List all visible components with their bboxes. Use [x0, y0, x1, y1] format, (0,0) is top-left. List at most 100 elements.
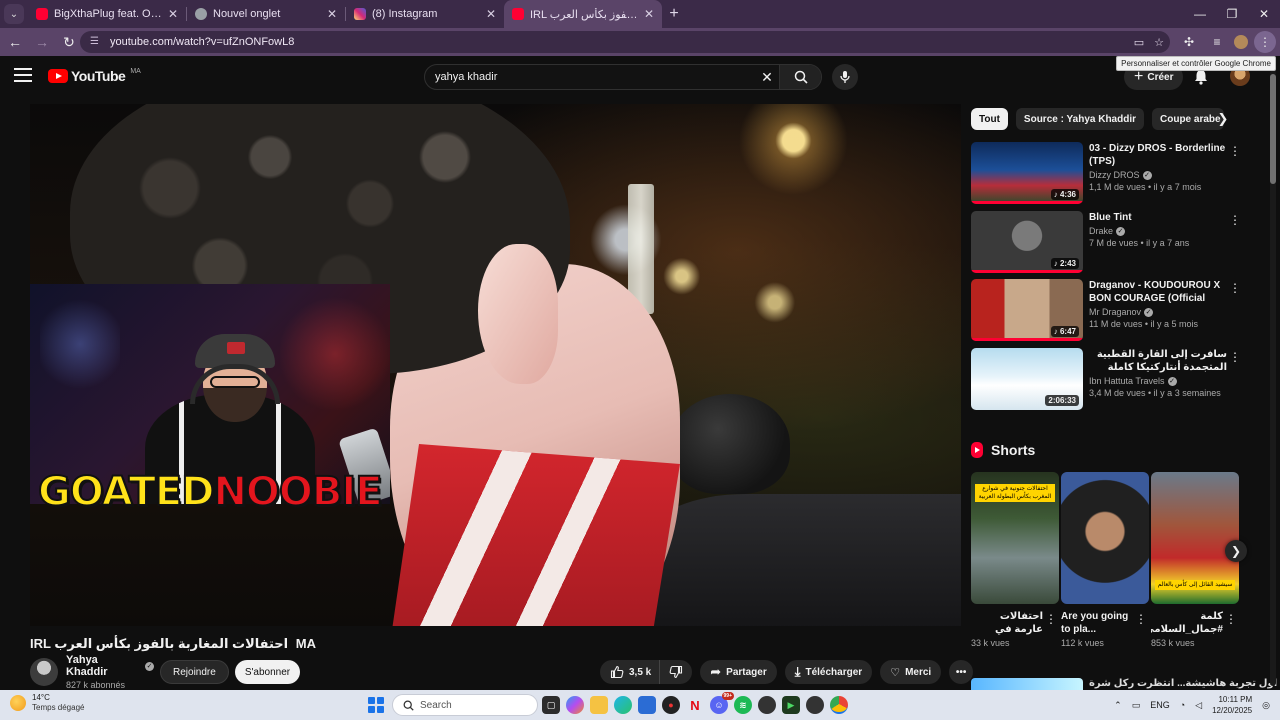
recommendation-item[interactable]: ♪ 2:43 Blue Tint Drake ✓ 7 M de vues • il…	[971, 211, 1241, 273]
profile-icon[interactable]	[1234, 35, 1248, 49]
join-button[interactable]: Rejoindre	[160, 660, 229, 684]
video-thumbnail[interactable]: ♪ 6:47	[971, 279, 1083, 341]
weather-widget[interactable]: 14°C Temps dégagé	[10, 693, 84, 713]
recommendation-channel[interactable]: Ibn Hattuta Travels	[1089, 376, 1165, 386]
discord-icon[interactable]: ☺ 99+	[710, 692, 734, 714]
address-bar[interactable]: ☰ youtube.com/watch?v=ufZnONFowL8 ▭ ☆	[80, 31, 1170, 53]
bookmark-star-icon[interactable]: ☆	[1154, 36, 1164, 49]
voice-search-button[interactable]	[832, 64, 858, 90]
app-disc-icon[interactable]	[758, 696, 776, 714]
recommendation-item[interactable]: ♪ 4:36 03 - Dizzy DROS - Borderline (TPS…	[971, 142, 1241, 204]
channel-name[interactable]: Yahya Khaddir	[66, 654, 142, 678]
short-item[interactable]: Are you going to pla... 112 k vues ⋮	[1061, 472, 1149, 648]
store-icon[interactable]	[638, 696, 656, 714]
close-tab-icon[interactable]: ✕	[486, 7, 496, 21]
shorts-next-chevron-icon[interactable]: ❯	[1225, 540, 1247, 562]
notifications-icon[interactable]: ◎	[1262, 700, 1270, 711]
recommendation-channel[interactable]: Drake	[1089, 226, 1113, 236]
copilot-icon[interactable]	[566, 696, 584, 714]
next-recommendation-title[interactable]: أول تجربة هاشيشة... انتظرت ركل شرة	[1089, 678, 1277, 690]
recommendation-channel[interactable]: Dizzy DROS	[1089, 170, 1140, 180]
short-title[interactable]: احتفالات عارمة في شوارع ...	[971, 610, 1043, 636]
more-actions-button[interactable]: •••	[949, 660, 974, 684]
chrome-icon[interactable]	[830, 696, 848, 714]
download-button[interactable]: ⤓ Télécharger	[784, 660, 873, 684]
volume-icon[interactable]: ◁	[1195, 700, 1202, 711]
chevron-right-icon[interactable]: ❯	[1212, 108, 1234, 130]
short-item[interactable]: سيشيد القائل إلى كأس بالعالم كلمة #جمال_…	[1151, 472, 1239, 648]
back-arrow-icon[interactable]: ←	[3, 30, 27, 54]
like-button[interactable]: 3,5 k	[600, 660, 660, 684]
short-thumbnail[interactable]: سيشيد القائل إلى كأس بالعالم	[1151, 472, 1239, 604]
system-clock[interactable]: 10:11 PM 12/20/2025	[1212, 694, 1252, 716]
more-vertical-icon[interactable]: ⋮	[1135, 612, 1147, 626]
browser-tab-3[interactable]: (8) Instagram ✕	[346, 0, 504, 28]
video-thumbnail[interactable]: ♪ 4:36	[971, 142, 1083, 204]
windows-start-icon[interactable]	[368, 697, 384, 713]
reload-icon[interactable]: ↻	[57, 30, 81, 54]
recommendation-title[interactable]: سافرت إلى القارة القطبية المتجمدة أنتارك…	[1089, 348, 1227, 374]
chrome-menu-icon[interactable]: ⋮	[1254, 31, 1276, 53]
more-vertical-icon[interactable]: ⋮	[1045, 612, 1057, 626]
short-thumbnail[interactable]	[1061, 472, 1149, 604]
netflix-icon[interactable]: N	[686, 696, 704, 714]
more-vertical-icon[interactable]: ⋮	[1229, 144, 1241, 158]
close-tab-icon[interactable]: ✕	[327, 7, 337, 21]
recommendation-channel[interactable]: Mr Draganov	[1089, 307, 1141, 317]
close-tab-icon[interactable]: ✕	[168, 7, 178, 21]
share-button[interactable]: ➦ Partager	[700, 660, 777, 684]
app-green-icon[interactable]: ▶	[782, 696, 800, 714]
new-tab-button[interactable]: +	[662, 5, 686, 23]
subscribe-button[interactable]: S'abonner	[234, 660, 301, 684]
more-vertical-icon[interactable]: ⋮	[1229, 213, 1241, 227]
maximize-icon[interactable]: ❐	[1216, 0, 1248, 28]
recommendation-title[interactable]: 03 - Dizzy DROS - Borderline (TPS)	[1089, 142, 1227, 168]
app-cluster-icon[interactable]	[806, 696, 824, 714]
forward-arrow-icon[interactable]: →	[30, 30, 54, 54]
language-indicator[interactable]: ENG	[1150, 700, 1170, 710]
spotify-icon[interactable]: ≋	[734, 696, 752, 714]
network-icon[interactable]: ◔	[1180, 700, 1185, 710]
clear-search-icon[interactable]: ✕	[755, 69, 779, 86]
taskbar-search[interactable]: Search	[392, 694, 538, 716]
channel-name-row[interactable]: Yahya Khaddir ✓	[66, 654, 154, 678]
chip-source[interactable]: Source : Yahya Khaddir	[1015, 108, 1144, 130]
chip-all[interactable]: Tout	[971, 108, 1008, 130]
recommendation-item[interactable]: ♪ 6:47 Draganov - KOUDOUROU X BON COURAG…	[971, 279, 1241, 341]
menu-icon[interactable]	[14, 68, 32, 82]
recommendation-title[interactable]: Draganov - KOUDOUROU X BON COURAGE (Offi…	[1089, 279, 1227, 305]
next-recommendation-thumbnail[interactable]	[971, 678, 1083, 690]
video-player[interactable]: GOATEDNOOBIE	[30, 104, 961, 626]
cast-icon[interactable]: ▭	[1134, 36, 1144, 49]
tray-battery-icon[interactable]: ▭	[1132, 700, 1141, 711]
browser-tab-2[interactable]: Nouvel onglet ✕	[187, 0, 345, 28]
youtube-logo[interactable]: YouTube MA	[48, 68, 141, 84]
edge-icon[interactable]	[614, 696, 632, 714]
extensions-icon[interactable]: ✣	[1178, 31, 1200, 53]
task-view-icon[interactable]: ▢	[542, 696, 560, 714]
search-button[interactable]	[779, 65, 821, 89]
app-red-icon[interactable]: ●	[662, 696, 680, 714]
more-vertical-icon[interactable]: ⋮	[1229, 281, 1241, 295]
short-thumbnail[interactable]: احتفالات جنونية في شوارع المغرب بكأس الب…	[971, 472, 1059, 604]
channel-avatar[interactable]	[30, 658, 58, 686]
file-explorer-icon[interactable]	[590, 696, 608, 714]
close-tab-icon[interactable]: ✕	[644, 7, 654, 21]
reading-list-icon[interactable]: ≡	[1206, 31, 1228, 53]
short-title[interactable]: كلمة #جمال_السلامي...	[1151, 610, 1223, 636]
thanks-button[interactable]: ♡ Merci	[880, 660, 942, 684]
tab-search-button[interactable]: ⌄	[4, 4, 24, 24]
short-item[interactable]: احتفالات جنونية في شوارع المغرب بكأس الب…	[971, 472, 1059, 648]
close-window-icon[interactable]: ✕	[1248, 0, 1280, 28]
more-vertical-icon[interactable]: ⋮	[1225, 612, 1237, 626]
browser-tab-4-active[interactable]: IRL احتفالات المغاربة بالفوز بكأس العرب …	[504, 0, 662, 28]
video-thumbnail[interactable]: 2:06:33	[971, 348, 1083, 410]
dislike-button[interactable]	[659, 660, 693, 684]
recommendation-item[interactable]: 2:06:33 سافرت إلى القارة القطبية المتجمد…	[971, 348, 1241, 410]
short-title[interactable]: Are you going to pla...	[1061, 610, 1133, 636]
page-scrollbar[interactable]	[1270, 70, 1276, 686]
site-info-icon[interactable]: ☰	[90, 36, 102, 48]
search-input[interactable]	[425, 65, 755, 89]
tray-chevron-up-icon[interactable]: ⌃	[1114, 700, 1122, 711]
video-thumbnail[interactable]: ♪ 2:43	[971, 211, 1083, 273]
